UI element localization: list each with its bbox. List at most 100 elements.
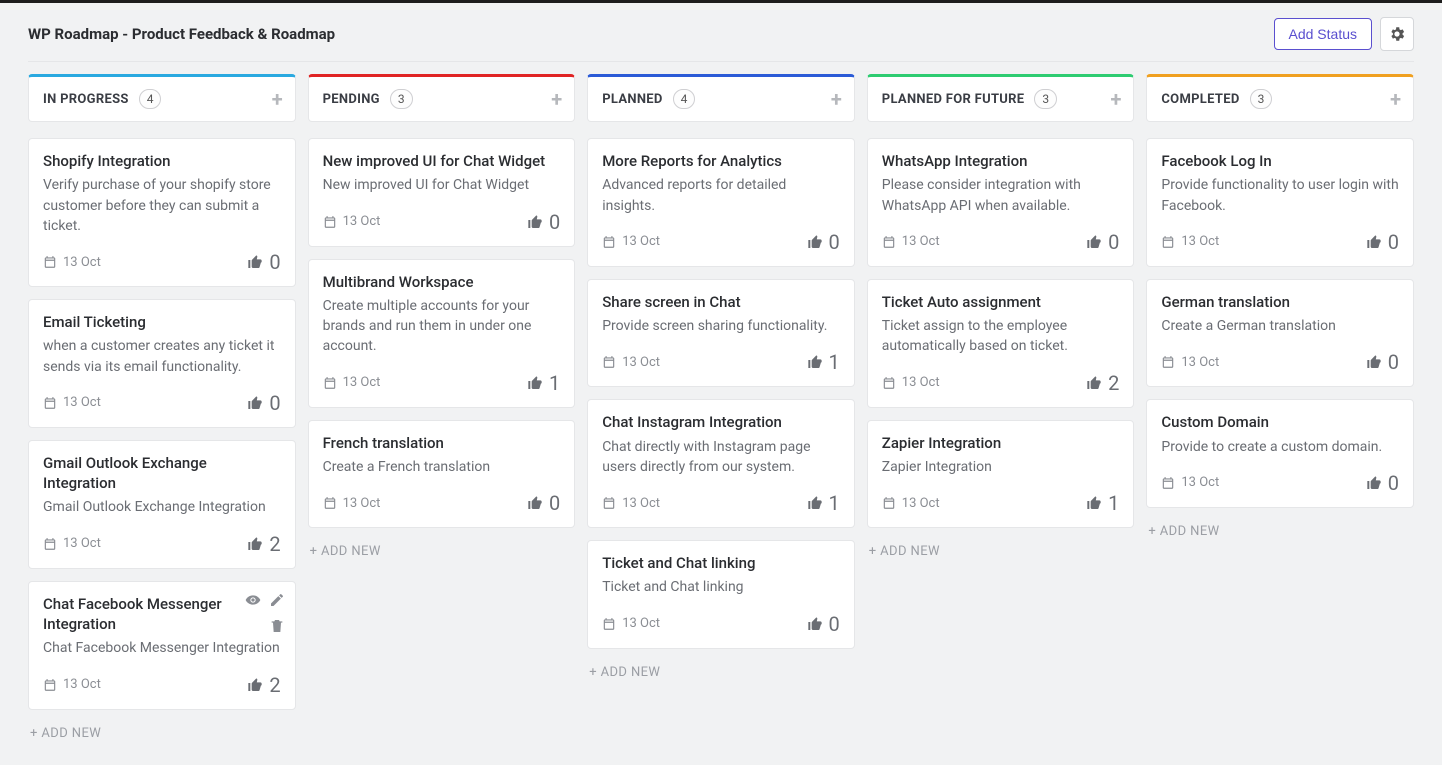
card-actions: [245, 592, 285, 638]
settings-button[interactable]: [1380, 17, 1414, 51]
card-footer: 13 Oct0: [602, 230, 840, 254]
board-card[interactable]: Share screen in ChatProvide screen shari…: [587, 279, 855, 388]
column-header: PLANNED FOR FUTURE3+: [867, 74, 1135, 122]
card-votes[interactable]: 0: [1366, 471, 1399, 495]
card-title: Zapier Integration: [882, 433, 1120, 453]
add-new-card[interactable]: + ADD NEW: [587, 661, 855, 684]
board-card[interactable]: Zapier IntegrationZapier Integration13 O…: [867, 420, 1135, 529]
board-column: PENDING3+ New improved UI for Chat Widget…: [308, 74, 576, 563]
card-date: 13 Oct: [882, 234, 940, 249]
board-column: IN PROGRESS4+Shopify IntegrationVerify p…: [28, 74, 296, 745]
card-date: 13 Oct: [1161, 355, 1219, 370]
card-description: Verify purchase of your shopify store cu…: [43, 175, 281, 236]
card-description: Provide to create a custom domain.: [1161, 437, 1399, 457]
thumb-up-icon: [807, 354, 823, 370]
board-card[interactable]: German translationCreate a German transl…: [1146, 279, 1414, 388]
column-add-icon[interactable]: +: [1110, 89, 1121, 109]
board-card[interactable]: Chat Instagram IntegrationChat directly …: [587, 399, 855, 528]
board-card[interactable]: Gmail Outlook Exchange IntegrationGmail …: [28, 440, 296, 569]
column-add-icon[interactable]: +: [551, 89, 562, 109]
board-column: PLANNED4+ More Reports for AnalyticsAdvan…: [587, 74, 855, 684]
trash-icon: [269, 618, 285, 634]
card-votes[interactable]: 0: [1366, 350, 1399, 374]
card-votes[interactable]: 1: [1086, 491, 1119, 515]
edit-icon[interactable]: [269, 592, 285, 612]
card-date: 13 Oct: [43, 536, 101, 551]
column-add-icon[interactable]: +: [1390, 89, 1401, 109]
board-card[interactable]: New improved UI for Chat Widget New impro…: [308, 138, 576, 247]
card-footer: 13 Oct 2: [43, 532, 281, 556]
board-card[interactable]: Shopify IntegrationVerify purchase of yo…: [28, 138, 296, 287]
card-votes[interactable]: 1: [807, 491, 840, 515]
board-card[interactable]: Chat Facebook Messenger IntegrationChat …: [28, 581, 296, 710]
card-footer: 13 Oct 0: [43, 391, 281, 415]
card-title: Custom Domain: [1161, 412, 1399, 432]
column-header: IN PROGRESS4+: [28, 74, 296, 122]
card-votes[interactable]: 0: [527, 210, 560, 234]
card-votes[interactable]: 0: [807, 612, 840, 636]
card-votes[interactable]: 0: [247, 391, 280, 415]
card-footer: 13 Oct 0: [882, 230, 1120, 254]
card-votes[interactable]: 0: [807, 230, 840, 254]
delete-icon[interactable]: [269, 618, 285, 638]
card-footer: 13 Oct1: [602, 350, 840, 374]
board-card[interactable]: Ticket and Chat linkingTicket and Chat l…: [587, 540, 855, 649]
board-card[interactable]: French translationCreate a French transl…: [308, 420, 576, 529]
board-card[interactable]: WhatsApp IntegrationPlease consider inte…: [867, 138, 1135, 267]
add-new-card[interactable]: + ADD NEW: [867, 540, 1135, 563]
thumb-up-icon: [527, 495, 543, 511]
thumb-up-icon: [527, 375, 543, 391]
gear-icon: [1388, 25, 1406, 43]
card-date: 13 Oct: [323, 214, 381, 229]
calendar-icon: [1161, 355, 1175, 369]
thumb-up-icon: [807, 234, 823, 250]
view-icon[interactable]: [245, 592, 261, 612]
thumb-up-icon: [247, 395, 263, 411]
column-header: PENDING3+: [308, 74, 576, 122]
card-date: 13 Oct: [43, 395, 101, 410]
add-new-card[interactable]: + ADD NEW: [308, 540, 576, 563]
column-count: 4: [139, 89, 162, 109]
thumb-up-icon: [527, 214, 543, 230]
card-title: Ticket and Chat linking: [602, 553, 840, 573]
card-votes[interactable]: 0: [527, 491, 560, 515]
card-votes[interactable]: 2: [247, 673, 280, 697]
card-description: New improved UI for Chat Widget: [323, 175, 561, 195]
board-card[interactable]: Multibrand WorkspaceCreate multiple acco…: [308, 259, 576, 408]
column-count: 3: [1034, 89, 1057, 109]
column-add-icon[interactable]: +: [272, 89, 283, 109]
card-title: Gmail Outlook Exchange Integration: [43, 453, 281, 494]
column-add-icon[interactable]: +: [831, 89, 842, 109]
card-votes[interactable]: 1: [527, 371, 560, 395]
board-card[interactable]: Facebook Log InProvide functionality to …: [1146, 138, 1414, 267]
card-footer: 13 Oct0: [323, 491, 561, 515]
board-card[interactable]: Email Ticketingwhen a customer creates a…: [28, 299, 296, 428]
card-date: 13 Oct: [43, 255, 101, 270]
add-new-card[interactable]: + ADD NEW: [28, 722, 296, 745]
card-votes[interactable]: 0: [1086, 230, 1119, 254]
calendar-icon: [602, 235, 616, 249]
card-votes[interactable]: 2: [1086, 371, 1119, 395]
thumb-up-icon: [1366, 475, 1382, 491]
card-date: 13 Oct: [602, 496, 660, 511]
calendar-icon: [602, 496, 616, 510]
card-description: Zapier Integration: [882, 457, 1120, 477]
card-votes[interactable]: 0: [1366, 230, 1399, 254]
card-description: Ticket assign to the employee automatica…: [882, 316, 1120, 357]
card-description: Chat Facebook Messenger Integration: [43, 638, 281, 658]
card-votes[interactable]: 1: [807, 350, 840, 374]
card-title: German translation: [1161, 292, 1399, 312]
add-status-button[interactable]: Add Status: [1274, 18, 1373, 50]
card-date: 13 Oct: [323, 375, 381, 390]
card-description: Create multiple accounts for your brands…: [323, 296, 561, 357]
column-header: PLANNED4+: [587, 74, 855, 122]
card-votes[interactable]: 2: [247, 532, 280, 556]
card-title: New improved UI for Chat Widget: [323, 151, 561, 171]
board-card[interactable]: Ticket Auto assignmentTicket assign to t…: [867, 279, 1135, 408]
card-votes[interactable]: 0: [247, 250, 280, 274]
column-title: PLANNED: [602, 92, 662, 107]
add-new-card[interactable]: + ADD NEW: [1146, 520, 1414, 543]
board-card[interactable]: More Reports for AnalyticsAdvanced repor…: [587, 138, 855, 267]
board-card[interactable]: Custom Domain Provide to create a custom …: [1146, 399, 1414, 508]
card-title: More Reports for Analytics: [602, 151, 840, 171]
